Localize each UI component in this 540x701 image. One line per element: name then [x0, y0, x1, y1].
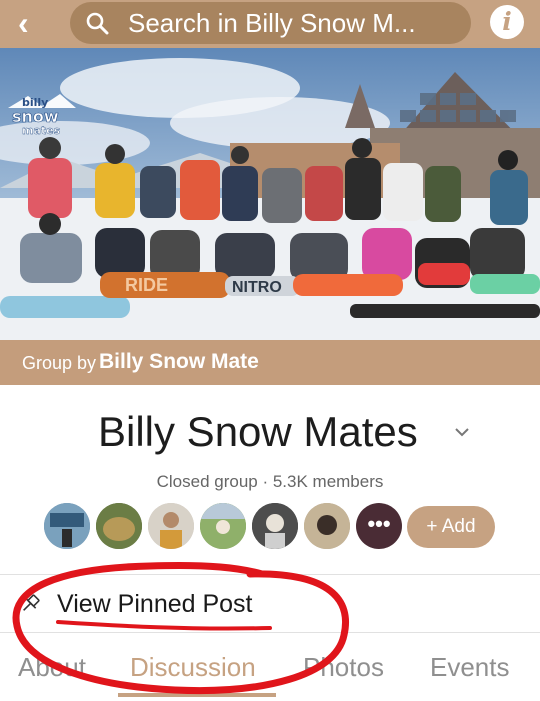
search-placeholder: Search in Billy Snow M... — [128, 8, 416, 38]
svg-text:mates: mates — [22, 124, 61, 137]
cover-photo[interactable]: RIDE NITRO billy snow mates — [0, 48, 540, 340]
active-tab-indicator — [118, 693, 276, 697]
avatar[interactable] — [96, 503, 142, 549]
avatar[interactable] — [44, 503, 90, 549]
cover-board-brand-nitro: NITRO — [232, 279, 282, 296]
tab-events[interactable]: Events — [430, 652, 510, 683]
avatar[interactable] — [304, 503, 350, 549]
group-by-banner: Group by Billy Snow Mate — [0, 340, 540, 385]
group-owner-link[interactable]: Billy Snow Mate — [99, 350, 259, 374]
search-input[interactable]: Search in Billy Snow M... — [70, 2, 471, 44]
add-member-button[interactable]: + Add — [407, 506, 495, 548]
divider — [0, 632, 540, 633]
pushpin-icon — [23, 594, 40, 611]
group-title[interactable]: Billy Snow Mates — [98, 408, 418, 456]
top-bar: ‹ Search in Billy Snow M... i — [0, 0, 540, 48]
back-arrow-icon[interactable]: ‹ — [18, 6, 54, 40]
more-members-button[interactable]: ••• — [356, 503, 402, 549]
search-icon — [86, 12, 109, 35]
cover-board-brand-ride: RIDE — [125, 275, 168, 295]
divider — [0, 574, 540, 575]
group-meta: Closed group · 5.3K members — [156, 472, 384, 491]
avatar[interactable] — [252, 503, 298, 549]
tab-discussion[interactable]: Discussion — [130, 652, 256, 683]
view-pinned-post-link[interactable]: View Pinned Post — [57, 590, 253, 619]
tab-about[interactable]: About — [18, 652, 86, 683]
info-icon[interactable]: i — [490, 5, 524, 39]
group-by-prefix: Group by — [22, 353, 97, 373]
avatar[interactable] — [200, 503, 246, 549]
tab-photos[interactable]: Photos — [303, 652, 384, 683]
chevron-down-icon[interactable] — [454, 426, 470, 438]
avatar[interactable] — [148, 503, 194, 549]
